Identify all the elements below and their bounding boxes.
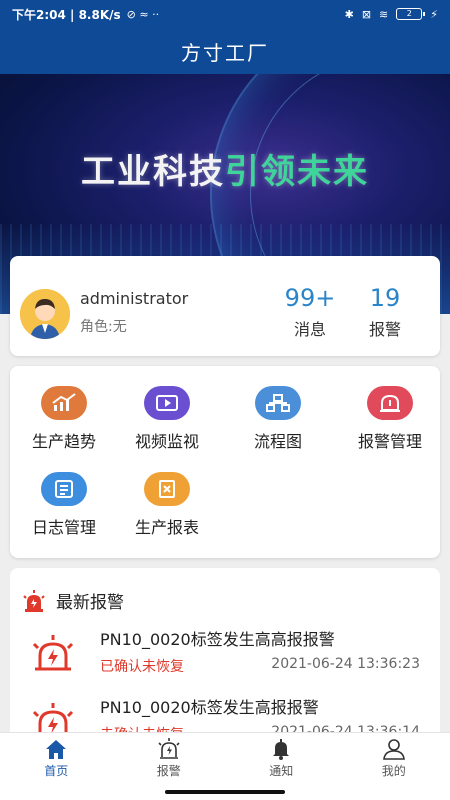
sim-icon: ⊠ xyxy=(361,7,372,21)
wifi-icon: ≋ xyxy=(379,7,389,21)
menu-label: 视频监视 xyxy=(134,432,199,451)
alarm-status: 已确认未恢复 xyxy=(100,659,184,675)
video-icon xyxy=(144,386,190,420)
status-bar: 下午2:04 | 8.8K/s ⊘ ≈ ·· ✱ ⊠ ≋ 2 ⚡ xyxy=(0,0,450,28)
menu-item-production-trend[interactable]: 生产趋势 xyxy=(14,386,114,452)
function-menu: 生产趋势 视频监视 流程图 报警管理 日志管理 生产报表 xyxy=(10,366,440,558)
messages-label: 消息 xyxy=(293,320,326,339)
menu-label: 日志管理 xyxy=(31,518,96,537)
slogan-part-1: 工业科技 xyxy=(81,152,225,192)
tab-alarm[interactable]: 报警 xyxy=(113,733,226,784)
home-indicator[interactable] xyxy=(165,790,285,794)
alarm-title: PN10_0020标签发生高高报报警 xyxy=(100,630,335,649)
latest-alarms-header: 最新报警 xyxy=(22,588,124,613)
alarm-row[interactable]: PN10_0020标签发生高高报报警 已确认未恢复 2021-06-24 13:… xyxy=(10,626,440,696)
banner-slogan: 工业科技引领未来 xyxy=(0,144,450,193)
tab-notifications[interactable]: 通知 xyxy=(225,733,338,784)
menu-item-log-management[interactable]: 日志管理 xyxy=(14,472,114,538)
alarms-stat[interactable]: 19 报警 xyxy=(350,284,420,340)
charging-icon: ⚡ xyxy=(430,7,438,21)
user-icon xyxy=(382,739,405,760)
battery-level: 2 xyxy=(406,9,412,18)
messages-count: 99+ xyxy=(284,284,336,312)
latest-alarms-title: 最新报警 xyxy=(56,593,124,613)
status-icons-left: ⊘ ≈ ·· xyxy=(126,7,160,21)
messages-stat[interactable]: 99+ 消息 xyxy=(275,284,345,340)
user-card: administrator 角色:无 99+ 消息 19 报警 xyxy=(10,256,440,356)
tab-label: 通知 xyxy=(269,764,294,778)
alarm-light-icon xyxy=(367,386,413,420)
home-icon xyxy=(46,740,67,759)
user-role: 角色:无 xyxy=(80,319,127,335)
alarm-icon xyxy=(158,738,180,759)
app-title: 方寸工厂 xyxy=(181,40,269,65)
report-icon xyxy=(144,472,190,506)
menu-item-video-monitor[interactable]: 视频监视 xyxy=(117,386,217,452)
alarm-siren-icon xyxy=(32,635,74,671)
gesture-bar xyxy=(0,784,450,800)
slogan-part-2: 引领未来 xyxy=(225,152,369,192)
menu-item-flowchart[interactable]: 流程图 xyxy=(228,386,328,452)
username: administrator xyxy=(80,289,189,308)
menu-item-alarm-management[interactable]: 报警管理 xyxy=(340,386,440,452)
tab-home[interactable]: 首页 xyxy=(0,733,113,784)
app-bar: 方寸工厂 xyxy=(0,28,450,74)
alarm-siren-icon xyxy=(23,589,45,612)
tab-label: 我的 xyxy=(381,764,406,778)
bell-icon xyxy=(273,739,290,760)
bluetooth-icon: ✱ xyxy=(344,7,354,21)
menu-label: 流程图 xyxy=(253,432,302,451)
battery-icon: 2 xyxy=(396,8,426,20)
tab-mine[interactable]: 我的 xyxy=(338,733,450,784)
tab-label: 首页 xyxy=(44,764,69,778)
menu-label: 生产趋势 xyxy=(31,432,96,451)
alarms-label: 报警 xyxy=(368,320,401,339)
avatar[interactable] xyxy=(20,289,70,339)
log-list-icon xyxy=(41,472,87,506)
tab-label: 报警 xyxy=(156,764,181,778)
status-time: 下午2:04 | 8.8K/s xyxy=(12,7,121,22)
flowchart-icon xyxy=(255,386,301,420)
menu-label: 生产报表 xyxy=(134,518,199,537)
menu-item-production-report[interactable]: 生产报表 xyxy=(117,472,217,538)
alarm-time: 2021-06-24 13:36:23 xyxy=(271,656,420,672)
alarms-count: 19 xyxy=(369,284,401,312)
latest-alarms-card: 最新报警 PN10_0020标签发生高高报报警 已确认未恢复 2021-06-2… xyxy=(10,568,440,738)
bottom-tab-bar: 首页 报警 通知 我的 xyxy=(0,732,450,784)
trend-chart-icon xyxy=(41,386,87,420)
menu-label: 报警管理 xyxy=(357,432,422,451)
alarm-title: PN10_0020标签发生高报报警 xyxy=(100,698,319,717)
